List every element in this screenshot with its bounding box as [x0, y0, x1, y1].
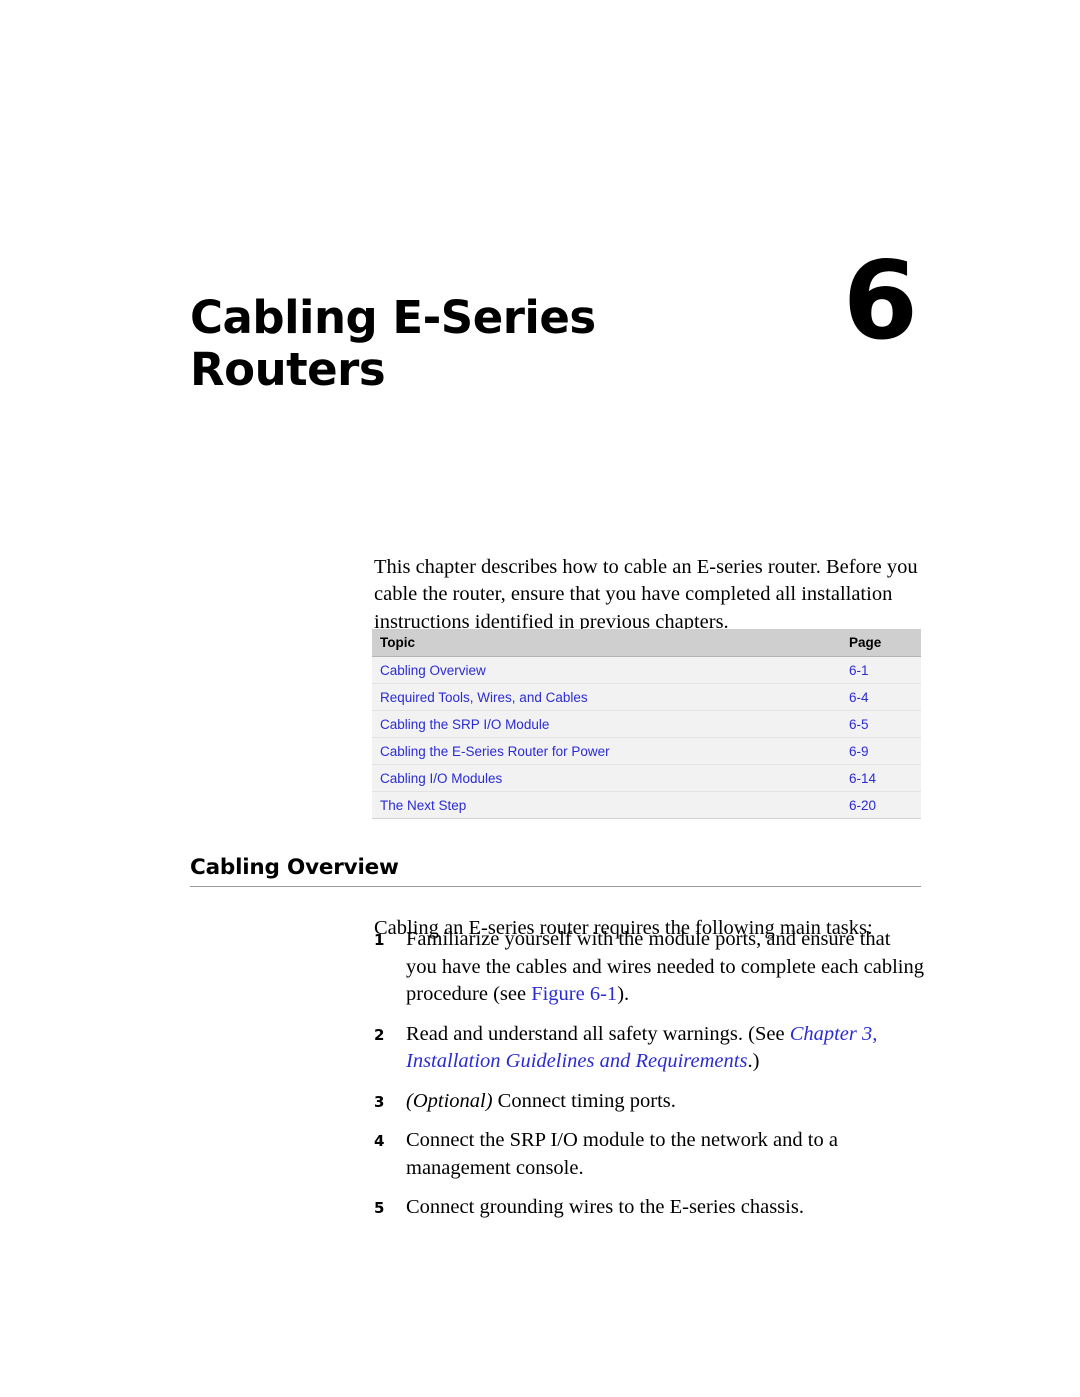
toc-page-cell: 6-20	[842, 791, 921, 819]
step-text: Familiarize yourself with the module por…	[406, 926, 926, 1009]
table-row: Cabling I/O Modules 6-14	[372, 764, 921, 792]
toc-page-cell: 6-5	[842, 710, 921, 738]
step-text-after: Connect timing ports.	[492, 1089, 676, 1112]
table-row: Required Tools, Wires, and Cables 6-4	[372, 683, 921, 711]
table-row: The Next Step 6-20	[372, 791, 921, 819]
step-number: 1	[374, 931, 385, 949]
toc-page-link-the-next-step[interactable]: 6-20	[849, 798, 876, 813]
column-header-topic: Topic	[372, 629, 842, 657]
step-number: 3	[374, 1092, 385, 1111]
step-text-before: Familiarize yourself with the module por…	[406, 928, 924, 1005]
toc-page-cell: 6-1	[842, 656, 921, 684]
toc-link-cabling-the-e-series-router-for-power[interactable]: Cabling the E-Series Router for Power	[380, 744, 610, 759]
step-text-after: ).	[617, 983, 630, 1005]
figure-6-1-link[interactable]: Figure 6-1	[531, 983, 617, 1005]
toc-page-link-required-tools-wires-and-cables[interactable]: 6-4	[849, 690, 869, 705]
toc-topic-cell: Cabling I/O Modules	[372, 764, 842, 792]
step-number: 2	[374, 1025, 385, 1044]
table-row: Cabling the E-Series Router for Power 6-…	[372, 737, 921, 765]
step-text: Connect the SRP I/O module to the networ…	[406, 1129, 838, 1179]
column-header-page: Page	[842, 629, 921, 657]
toc-topic-cell: Required Tools, Wires, and Cables	[372, 683, 842, 711]
table-row: Cabling the SRP I/O Module 6-5	[372, 710, 921, 738]
toc-link-required-tools-wires-and-cables[interactable]: Required Tools, Wires, and Cables	[380, 690, 588, 705]
list-item: 4 Connect the SRP I/O module to the netw…	[374, 1127, 926, 1182]
chapter-number: 6	[842, 239, 918, 364]
list-item: 1 Familiarize yourself with the module p…	[374, 926, 926, 1009]
chapter-intro-paragraph: This chapter describes how to cable an E…	[374, 555, 918, 633]
section-header: Cabling Overview	[190, 855, 921, 887]
step-text-after: .)	[747, 1050, 760, 1072]
toc-rows: Cabling Overview 6-1 Required Tools, Wir…	[372, 656, 921, 819]
toc-link-cabling-io-modules[interactable]: Cabling I/O Modules	[380, 771, 502, 786]
toc-link-cabling-overview[interactable]: Cabling Overview	[380, 663, 486, 678]
toc-page-link-cabling-overview[interactable]: 6-1	[849, 663, 869, 678]
section-title: Cabling Overview	[190, 855, 399, 880]
list-item: 2 Read and understand all safety warning…	[374, 1021, 926, 1076]
chapter-header: Cabling E-Series Routers 6	[190, 248, 930, 418]
toc-page-link-cabling-the-srp-io-module[interactable]: 6-5	[849, 717, 869, 732]
procedure-step-list: 1 Familiarize yourself with the module p…	[374, 926, 926, 1234]
step-text-before: Read and understand all safety warnings.…	[406, 1022, 790, 1045]
toc-link-the-next-step[interactable]: The Next Step	[380, 798, 466, 813]
section-divider	[190, 886, 921, 887]
toc-topic-cell: Cabling Overview	[372, 656, 842, 684]
step-number: 4	[374, 1132, 385, 1150]
list-item: 3 (Optional) Connect timing ports.	[374, 1088, 926, 1116]
table-row: Cabling Overview 6-1	[372, 656, 921, 684]
document-page: Cabling E-Series Routers 6 This chapter …	[0, 0, 1080, 1397]
table-header-row: Topic Page	[372, 629, 921, 657]
step-text: Connect grounding wires to the E-series …	[406, 1196, 804, 1218]
chapter-title: Cabling E-Series Routers	[190, 291, 596, 396]
list-item: 5 Connect grounding wires to the E-serie…	[374, 1194, 926, 1222]
toc-link-cabling-the-srp-io-module[interactable]: Cabling the SRP I/O Module	[380, 717, 549, 732]
toc-topic-cell: Cabling the SRP I/O Module	[372, 710, 842, 738]
step-text: Read and understand all safety warnings.…	[406, 1021, 926, 1076]
toc-topic-cell: Cabling the E-Series Router for Power	[372, 737, 842, 765]
toc-topic-cell: The Next Step	[372, 791, 842, 819]
step-text: (Optional) Connect timing ports.	[406, 1088, 926, 1116]
toc-page-link-cabling-the-e-series-router-for-power[interactable]: 6-9	[849, 744, 869, 759]
toc-page-cell: 6-9	[842, 737, 921, 765]
step-emphasis: (Optional)	[406, 1089, 493, 1112]
toc-page-cell: 6-4	[842, 683, 921, 711]
chapter-toc-table: Topic Page Cabling Overview 6-1 Required…	[372, 629, 921, 819]
toc-page-link-cabling-io-modules[interactable]: 6-14	[849, 771, 876, 786]
toc-page-cell: 6-14	[842, 764, 921, 792]
step-number: 5	[374, 1199, 385, 1217]
